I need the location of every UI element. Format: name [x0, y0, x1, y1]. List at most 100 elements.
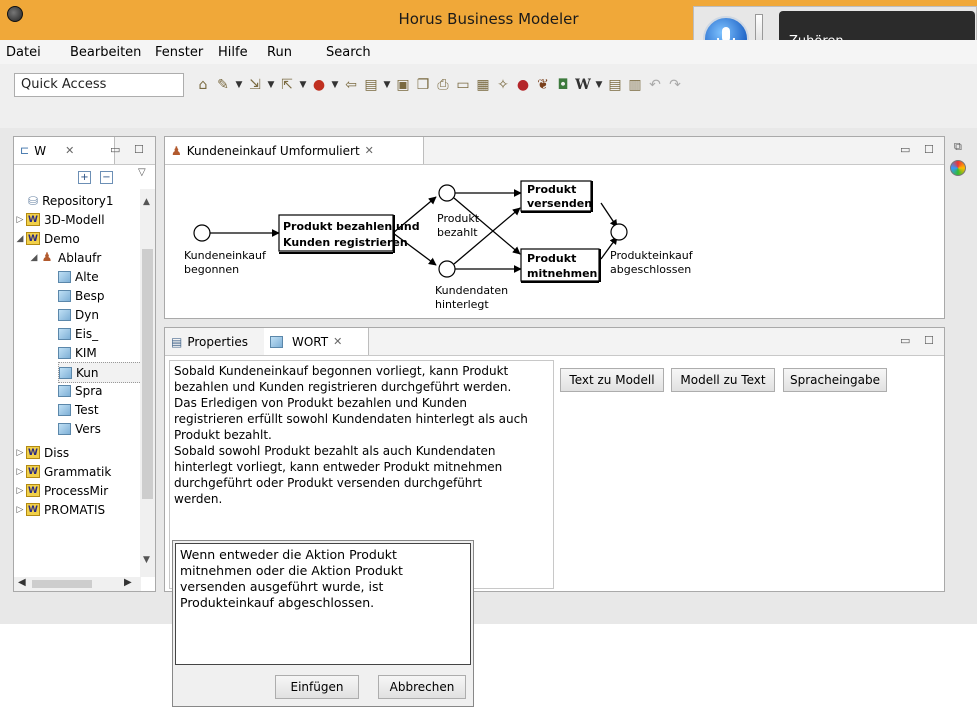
copy-icon[interactable]: ❐ [414, 76, 432, 94]
tree-item-processmining[interactable]: ▷ W ProcessMir [14, 481, 109, 500]
import-icon[interactable]: ⇲ [246, 76, 264, 94]
close-icon[interactable]: ✕ [365, 144, 374, 157]
expand-icon[interactable]: ▷ [14, 448, 26, 458]
scroll-up-icon[interactable]: ▲ [143, 197, 150, 207]
menu-fenster[interactable]: Fenster [155, 45, 203, 60]
document-icon[interactable]: ▭ [454, 76, 472, 94]
scroll-down-icon[interactable]: ▼ [143, 555, 150, 565]
expand-icon[interactable]: ▷ [14, 467, 26, 477]
menu-hilfe[interactable]: Hilfe [218, 45, 248, 60]
restore-icon[interactable]: ⧉ [954, 140, 962, 154]
scrollbar-thumb[interactable] [32, 580, 92, 588]
tree-item-vers[interactable]: Vers [58, 419, 101, 438]
maximize-icon[interactable]: ☐ [924, 334, 934, 347]
clipboard-icon[interactable]: ▥ [626, 76, 644, 94]
menu-run[interactable]: Run [267, 45, 292, 60]
expand-all-icon[interactable]: + [78, 171, 91, 184]
minimize-icon[interactable]: ▭ [900, 334, 910, 347]
tab-repository[interactable]: ⊏ W ✕ [14, 137, 115, 164]
tree-item-test[interactable]: Test [58, 400, 99, 419]
expand-icon[interactable]: ▷ [14, 505, 26, 515]
dropdown-arrow-icon[interactable]: ▼ [234, 76, 244, 94]
end-event[interactable] [610, 223, 628, 241]
scroll-right-icon[interactable]: ▶ [124, 577, 132, 588]
tree-item-spra[interactable]: Spra [58, 381, 103, 400]
end-label-line1: Produkteinkauf [610, 249, 694, 262]
properties-tab-label: Properties [187, 334, 248, 349]
paste-icon[interactable]: ▤ [606, 76, 624, 94]
menu-datei[interactable]: Datei [6, 45, 41, 60]
print-icon[interactable]: ⎙ [434, 76, 452, 94]
back-arrow-icon[interactable]: ⇦ [342, 76, 360, 94]
close-icon[interactable]: ✕ [65, 144, 74, 157]
state-produkt-bezahlt-circle[interactable] [438, 184, 456, 202]
export-icon[interactable]: ⇱ [278, 76, 296, 94]
dropdown-arrow-icon[interactable]: ▼ [266, 76, 276, 94]
tree-item-grammatik[interactable]: ▷ W Grammatik [14, 462, 112, 481]
dropdown-arrow-icon[interactable]: ▼ [594, 76, 604, 94]
search-object-icon[interactable]: ● [310, 76, 328, 94]
minimize-icon[interactable]: ▭ [900, 143, 910, 156]
pencil-icon[interactable]: ✎ [214, 76, 232, 94]
expand-icon[interactable]: ▷ [14, 215, 26, 225]
collapse-icon[interactable]: ◢ [14, 234, 26, 244]
tree-item-diss[interactable]: ▷ W Diss [14, 443, 70, 462]
vertical-scrollbar[interactable]: ▲ ▼ [140, 189, 155, 577]
model-to-text-button[interactable]: Modell zu Text [671, 368, 775, 392]
tree-label: Test [75, 402, 99, 417]
text-to-model-button[interactable]: Text zu Modell [560, 368, 664, 392]
close-icon[interactable]: ✕ [333, 335, 342, 348]
open-folder-icon[interactable]: ⌂ [194, 76, 212, 94]
view-menu-icon[interactable]: ▽ [138, 167, 146, 178]
collapse-icon[interactable]: ◢ [28, 253, 40, 263]
dictation-dialog: Wenn entweder die Aktion Produkt mitnehm… [172, 540, 474, 707]
quick-access-input[interactable]: Quick Access [14, 73, 184, 97]
tab-kundeneinkauf[interactable]: ♟ Kundeneinkauf Umformuliert ✕ [165, 137, 424, 164]
horizontal-scrollbar[interactable]: ◀ ▶ [14, 577, 141, 591]
tree-item-demo[interactable]: ◢ W Demo [14, 229, 80, 248]
new-file-icon[interactable]: ▤ [362, 76, 380, 94]
maximize-icon[interactable]: ☐ [134, 143, 144, 156]
red-ball-icon[interactable]: ● [514, 76, 532, 94]
palette-icon[interactable] [950, 160, 966, 176]
dropdown-arrow-icon[interactable]: ▼ [298, 76, 308, 94]
start-event[interactable] [193, 224, 211, 242]
undo-icon[interactable]: ↶ [646, 76, 664, 94]
maximize-icon[interactable]: ☐ [924, 143, 934, 156]
collapse-all-icon[interactable]: − [100, 171, 113, 184]
tree-item-besp[interactable]: Besp [58, 286, 104, 305]
owl-icon[interactable]: ❦ [534, 76, 552, 94]
w-icon[interactable]: W [574, 76, 592, 94]
dictation-text-area[interactable]: Wenn entweder die Aktion Produkt mitnehm… [175, 543, 471, 665]
save-icon[interactable]: ▣ [394, 76, 412, 94]
scrollbar-thumb[interactable] [142, 249, 153, 499]
tree-item-kim[interactable]: KIM [58, 343, 97, 362]
state-kundendaten-circle[interactable] [438, 260, 456, 278]
dropdown-arrow-icon[interactable]: ▼ [330, 76, 340, 94]
dropdown-arrow-icon[interactable]: ▼ [382, 76, 392, 94]
tree-item-promatis[interactable]: ▷ W PROMATIS [14, 500, 106, 519]
tree-item-eis[interactable]: Eis_ [58, 324, 98, 343]
tab-properties[interactable]: ▤ Properties [165, 328, 277, 355]
tree-item-alte[interactable]: Alte [58, 267, 99, 286]
minimize-icon[interactable]: ▭ [110, 143, 120, 156]
cancel-button[interactable]: Abbrechen [378, 675, 466, 699]
expand-icon[interactable]: ▷ [14, 486, 26, 496]
tree-item-kun-selected[interactable]: Kun [58, 362, 142, 383]
speech-input-button[interactable]: Spracheingabe [783, 368, 887, 392]
insert-button[interactable]: Einfügen [275, 675, 359, 699]
menu-bearbeiten[interactable]: Bearbeiten [70, 45, 141, 60]
menu-search[interactable]: Search [326, 45, 371, 60]
redo-icon[interactable]: ↷ [666, 76, 684, 94]
project-icon: W [26, 484, 40, 497]
wizard-icon[interactable]: ✧ [494, 76, 512, 94]
tree-item-3d-modell[interactable]: ▷ W 3D-Modell [14, 210, 105, 229]
scroll-left-icon[interactable]: ◀ [18, 577, 26, 588]
tree-item-dyn[interactable]: Dyn [58, 305, 99, 324]
word-document-icon[interactable]: ▦ [474, 76, 492, 94]
settings-icon[interactable]: ◘ [554, 76, 572, 94]
tree-item-ablauf[interactable]: ◢ ♟ Ablaufr [28, 248, 102, 267]
tab-wort[interactable]: WORT ✕ [264, 328, 369, 355]
tree-item-repository1[interactable]: ⛁ Repository1 [16, 191, 114, 210]
tree-label: Demo [44, 231, 80, 246]
